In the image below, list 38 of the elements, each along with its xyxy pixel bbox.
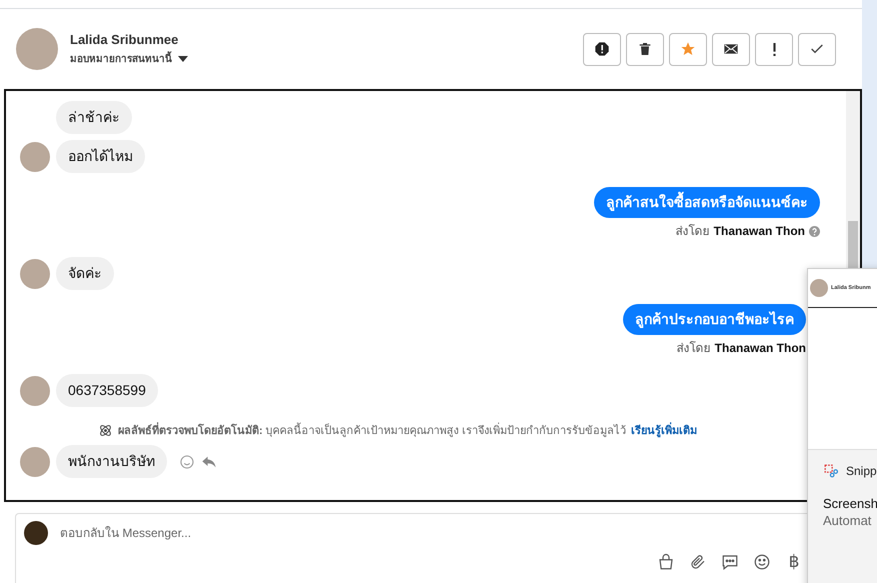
page-avatar [24,521,48,545]
alert-icon [594,41,610,57]
message-bubble: 0637358599 [56,374,158,407]
alert-button[interactable] [583,32,621,66]
auto-detection-notice: ผลลัพธ์ที่ตรวจพบโดยอัตโนมัติ: บุคคลนี้อาจเป็นลูกค้าเป้าหมายคุณภาพสูง เราจึงเพิ่มป้ายกำกับการรับข้อมูลไว้ [118,421,626,439]
help-icon[interactable] [809,226,820,237]
sender-name: Thanawan Thon [714,341,806,356]
chat-bubble-icon[interactable] [721,553,739,571]
message-bubble: ล่าช้าค่ะ [56,101,132,134]
sent-by-label: ส่งโดย [676,224,710,239]
trash-icon [637,41,653,57]
check-button[interactable] [798,32,836,66]
atom-icon [98,422,113,438]
exclamation-icon [772,42,776,56]
mail-button[interactable] [712,32,750,66]
shopping-bag-icon[interactable] [657,553,675,571]
emoji-icon[interactable] [753,553,771,571]
paperclip-icon[interactable] [689,553,707,571]
contact-name: Lalida Sribunmee [70,32,180,47]
assign-conversation-dropdown[interactable]: มอบหมายการสนทนานี้ [70,51,571,66]
message-bubble: ออกได้ไหม [56,140,145,173]
sent-by-label: ส่งโดย [676,341,711,356]
message-bubble: จัดค่ะ [56,257,114,290]
avatar-photo [810,279,828,297]
notification-title: Screensh [822,495,877,511]
message-bubble: ลูกค้าสนใจซื้อสดหรือจัดแนนซ์คะ [594,187,820,218]
sender-name: Thanawan Thon [714,224,805,239]
message-bubble: ลูกค้าประกอบอาชีพอะไรค [623,304,806,335]
message-bubble: พนักงานบริษัท [56,445,167,478]
baht-button[interactable]: ฿ [785,553,803,571]
app-name: Snipp [846,464,877,478]
caret-icon [178,56,188,62]
scissors-icon [824,464,838,478]
star-button[interactable] [669,32,707,66]
avatar-photo [16,28,58,70]
notification-body: Automat [822,512,872,528]
learn-more-link[interactable]: เรียนรู้เพิ่มเติม [630,421,697,439]
trash-button[interactable] [626,32,664,66]
